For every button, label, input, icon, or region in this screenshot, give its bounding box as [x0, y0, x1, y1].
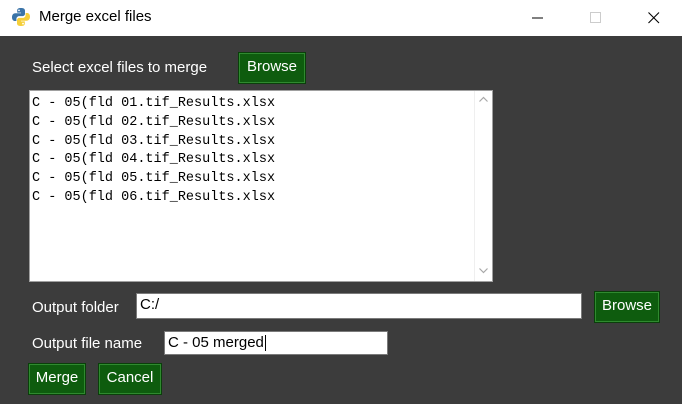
text-cursor	[264, 335, 266, 352]
output-file-name-label: Output file name	[32, 335, 143, 352]
close-icon	[648, 12, 660, 24]
dialog-body: Select excel files to merge Browse C - 0…	[4, 36, 678, 404]
cancel-button[interactable]: Cancel	[98, 363, 162, 395]
select-files-label: Select excel files to merge	[32, 59, 208, 76]
minimize-button[interactable]	[515, 0, 561, 36]
browse-files-button[interactable]: Browse	[238, 52, 306, 84]
file-list: C - 05(fld 01.tif_Results.xlsx C - 05(fl…	[32, 95, 275, 208]
chevron-up-icon[interactable]	[479, 96, 488, 103]
file-listbox[interactable]: C - 05(fld 01.tif_Results.xlsx C - 05(fl…	[29, 90, 493, 282]
list-item[interactable]: C - 05(fld 06.tif_Results.xlsx	[32, 189, 275, 208]
merge-button[interactable]: Merge	[28, 363, 86, 395]
python-logo-icon	[12, 8, 30, 26]
output-file-name-value: C - 05 merged	[168, 334, 264, 351]
close-button[interactable]	[631, 0, 677, 36]
list-item[interactable]: C - 05(fld 05.tif_Results.xlsx	[32, 170, 275, 189]
window-title: Merge excel files	[39, 8, 152, 25]
vertical-scrollbar[interactable]	[474, 91, 492, 281]
output-folder-label: Output folder	[32, 299, 119, 316]
minimize-icon	[532, 17, 543, 19]
output-folder-field[interactable]: C:/	[136, 293, 582, 319]
output-folder-value: C:/	[140, 296, 160, 313]
chevron-down-icon[interactable]	[479, 267, 488, 274]
browse-folder-button[interactable]: Browse	[594, 291, 660, 323]
list-item[interactable]: C - 05(fld 03.tif_Results.xlsx	[32, 133, 275, 152]
list-item[interactable]: C - 05(fld 01.tif_Results.xlsx	[32, 95, 275, 114]
list-item[interactable]: C - 05(fld 02.tif_Results.xlsx	[32, 114, 275, 133]
output-file-name-field[interactable]: C - 05 merged	[164, 331, 388, 355]
list-item[interactable]: C - 05(fld 04.tif_Results.xlsx	[32, 151, 275, 170]
title-bar[interactable]: Merge excel files	[0, 0, 682, 36]
maximize-button[interactable]	[573, 0, 619, 36]
maximize-icon	[590, 12, 601, 23]
